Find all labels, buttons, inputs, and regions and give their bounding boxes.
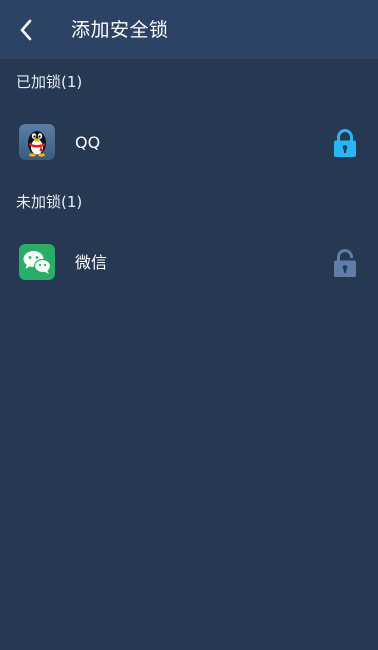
page-title: 添加安全锁: [71, 19, 169, 41]
lock-closed-icon: [334, 129, 356, 157]
back-button[interactable]: [10, 14, 42, 46]
lock-toggle-qq[interactable]: [330, 127, 360, 159]
list-item-qq[interactable]: QQ: [0, 113, 378, 173]
list-item-wechat[interactable]: 微信: [0, 233, 378, 293]
section-header-locked: 已加锁(1): [16, 73, 83, 91]
chevron-left-icon: [20, 19, 32, 41]
section-header-unlocked: 未加锁(1): [16, 193, 83, 211]
top-bar: 添加安全锁: [0, 0, 378, 60]
app-name: 微信: [75, 253, 108, 272]
lock-toggle-wechat[interactable]: [330, 247, 360, 279]
lock-open-icon: [334, 249, 356, 277]
wechat-icon: [19, 244, 55, 280]
qq-penguin-icon: [19, 124, 55, 160]
app-name: QQ: [75, 133, 101, 152]
